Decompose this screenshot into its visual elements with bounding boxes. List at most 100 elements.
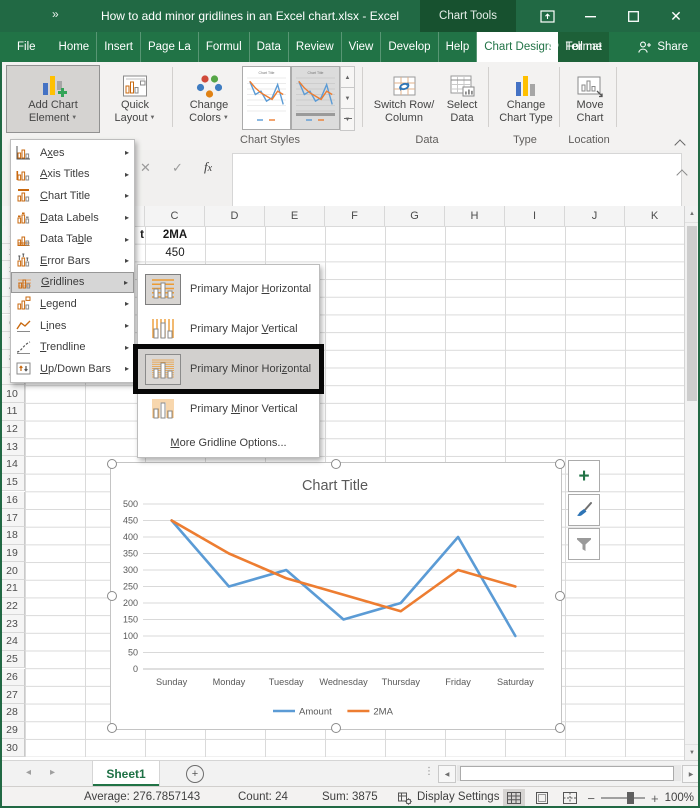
chart-style-1-thumbnail[interactable]: Chart Title bbox=[242, 66, 291, 130]
row-header-14[interactable]: 14 bbox=[0, 456, 25, 474]
row-header-30[interactable]: 30 bbox=[0, 739, 25, 757]
enter-icon[interactable]: ✓ bbox=[172, 160, 183, 176]
selection-handle[interactable] bbox=[555, 723, 565, 733]
vertical-scrollbar[interactable]: ▲ ▼ bbox=[684, 206, 699, 761]
change-chart-type-button[interactable]: Change Chart Type bbox=[493, 65, 559, 133]
more-gridline-options[interactable]: More Gridline Options... bbox=[138, 429, 319, 457]
tell-me[interactable]: Tell me bbox=[547, 32, 602, 62]
hscroll-left-button[interactable]: ◀ bbox=[438, 765, 456, 783]
tab-develop[interactable]: Develop bbox=[381, 32, 439, 62]
chart-object[interactable]: Chart Title 0 50 100 150 200 250 300 350 400 450 50… bbox=[107, 459, 565, 733]
menu-item-axis-titles[interactable]: Axis Titles ▸ bbox=[11, 164, 134, 186]
row-header-20[interactable]: 20 bbox=[0, 562, 25, 580]
gallery-more-button[interactable]: ▼ bbox=[340, 108, 355, 131]
menu-item-error-bars[interactable]: Error Bars ▸ bbox=[11, 250, 134, 272]
selection-handle[interactable] bbox=[107, 459, 117, 469]
submenu-item-primary-minor-vertical[interactable]: Primary Minor Vertical bbox=[138, 389, 319, 429]
tab-insert[interactable]: Insert bbox=[97, 32, 141, 62]
collapse-formula-bar-icon[interactable] bbox=[676, 166, 688, 184]
quick-access-toolbar[interactable]: » bbox=[52, 7, 59, 21]
share-button[interactable]: Share bbox=[637, 32, 688, 62]
tab-data[interactable]: Data bbox=[250, 32, 289, 62]
row-header-12[interactable]: 12 bbox=[0, 420, 25, 439]
row-header-23[interactable]: 23 bbox=[0, 615, 25, 634]
minimize-button[interactable] bbox=[571, 0, 609, 32]
quick-layout-button[interactable]: Quick Layout ▼ bbox=[102, 65, 168, 133]
row-header-24[interactable]: 24 bbox=[0, 633, 25, 651]
display-settings-label[interactable]: Display Settings bbox=[417, 791, 499, 803]
selection-handle[interactable] bbox=[555, 591, 565, 601]
gallery-scroll-up-button[interactable]: ▲ bbox=[340, 66, 355, 89]
chart-style-2-thumbnail[interactable]: Chart Title bbox=[291, 66, 340, 130]
new-sheet-button[interactable]: + bbox=[186, 765, 204, 783]
horizontal-scroll-thumb[interactable] bbox=[460, 766, 674, 781]
cell-c1[interactable]: 2MA bbox=[146, 227, 204, 243]
next-sheet-arrow[interactable]: ▸ bbox=[50, 767, 55, 778]
chart-styles-button[interactable] bbox=[568, 494, 600, 526]
menu-item-chart-title[interactable]: Chart Title ▸ bbox=[11, 185, 134, 207]
page-break-view-button[interactable] bbox=[559, 789, 581, 807]
horizontal-scrollbar[interactable] bbox=[457, 765, 681, 781]
row-header-26[interactable]: 26 bbox=[0, 668, 25, 687]
tab-review[interactable]: Review bbox=[289, 32, 342, 62]
cancel-icon[interactable]: ✕ bbox=[140, 160, 151, 176]
sheet-tab[interactable]: Sheet1 bbox=[92, 761, 160, 786]
zoom-slider-thumb[interactable] bbox=[626, 792, 634, 804]
row-header-19[interactable]: 19 bbox=[0, 544, 25, 563]
column-header-c[interactable]: C bbox=[145, 206, 205, 226]
tabbar-splitter[interactable]: ⋮ bbox=[424, 766, 434, 777]
column-header-h[interactable]: H bbox=[445, 206, 505, 226]
normal-view-button[interactable] bbox=[503, 789, 526, 807]
formula-bar-input[interactable] bbox=[232, 153, 682, 207]
tab-view[interactable]: View bbox=[342, 32, 382, 62]
row-header-17[interactable]: 17 bbox=[0, 509, 25, 527]
row-header-28[interactable]: 28 bbox=[0, 703, 25, 722]
select-data-button[interactable]: Select Data bbox=[438, 65, 486, 133]
tab-page-la[interactable]: Page La bbox=[141, 32, 199, 62]
selection-handle[interactable] bbox=[331, 459, 341, 469]
column-header-j[interactable]: J bbox=[565, 206, 625, 226]
tab-home[interactable]: Home bbox=[52, 32, 98, 62]
row-header-13[interactable]: 13 bbox=[0, 438, 25, 457]
zoom-slider[interactable] bbox=[600, 792, 645, 804]
move-chart-button[interactable]: Move Chart bbox=[564, 65, 616, 133]
selection-handle[interactable] bbox=[555, 459, 565, 469]
column-header-d[interactable]: D bbox=[205, 206, 265, 226]
row-header-29[interactable]: 29 bbox=[0, 721, 25, 740]
add-chart-element-button[interactable]: Add Chart Element ▼ bbox=[6, 65, 100, 133]
submenu-item-primary-minor-horizontal[interactable]: Primary Minor Horizontal bbox=[133, 344, 324, 394]
row-header-21[interactable]: 21 bbox=[0, 580, 25, 598]
scroll-up-button[interactable]: ▲ bbox=[685, 206, 699, 223]
tab-help[interactable]: Help bbox=[439, 32, 478, 62]
menu-item-lines[interactable]: Lines ▸ bbox=[11, 315, 134, 337]
row-header-11[interactable]: 11 bbox=[0, 403, 25, 421]
close-button[interactable]: ✕ bbox=[657, 0, 695, 32]
scroll-down-button[interactable]: ▼ bbox=[685, 744, 699, 761]
row-header-25[interactable]: 25 bbox=[0, 650, 25, 669]
chart-filters-button[interactable] bbox=[568, 528, 600, 560]
row-header-18[interactable]: 18 bbox=[0, 526, 25, 545]
menu-item-data-table[interactable]: Data Table ▸ bbox=[11, 228, 134, 250]
switch-row-column-button[interactable]: Switch Row/ Column bbox=[368, 65, 440, 133]
cell-c2[interactable]: 450 bbox=[146, 245, 204, 261]
row-header-10[interactable]: 10 bbox=[0, 385, 25, 403]
zoom-level[interactable]: 100% bbox=[665, 792, 694, 804]
ribbon-display-options-icon[interactable] bbox=[528, 0, 566, 32]
vertical-scroll-thumb[interactable] bbox=[687, 226, 697, 401]
row-header-16[interactable]: 16 bbox=[0, 491, 25, 510]
menu-item-legend[interactable]: Legend ▸ bbox=[11, 293, 134, 315]
menu-item-gridlines[interactable]: Gridlines ▸ bbox=[11, 271, 134, 294]
zoom-out-button[interactable]: − bbox=[587, 791, 595, 806]
submenu-item-primary-major-vertical[interactable]: Primary Major Vertical bbox=[138, 309, 319, 349]
selection-handle[interactable] bbox=[331, 723, 341, 733]
menu-item-data-labels[interactable]: Data Labels ▸ bbox=[11, 207, 134, 229]
column-header-g[interactable]: G bbox=[385, 206, 445, 226]
menu-item-up-down-bars[interactable]: Up/Down Bars ▸ bbox=[11, 358, 134, 380]
tab-file[interactable]: File bbox=[10, 32, 52, 62]
zoom-in-button[interactable]: + bbox=[651, 791, 659, 806]
maximize-button[interactable] bbox=[614, 0, 652, 32]
column-header-i[interactable]: I bbox=[505, 206, 565, 226]
selection-handle[interactable] bbox=[107, 591, 117, 601]
menu-item-trendline[interactable]: Trendline ▸ bbox=[11, 336, 134, 358]
insert-function-icon[interactable]: fx bbox=[204, 159, 212, 175]
